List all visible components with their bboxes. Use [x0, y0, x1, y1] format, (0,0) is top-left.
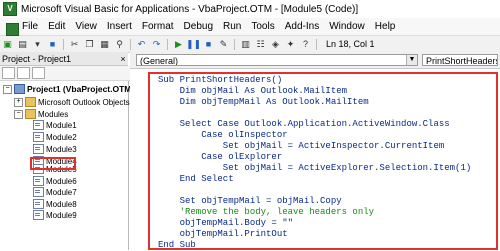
- project-explorer-header: Project - Project1 ×: [0, 52, 128, 66]
- cut-icon[interactable]: ✂: [68, 38, 81, 50]
- code-line[interactable]: End Sub: [158, 240, 196, 251]
- code-line[interactable]: objTempMail.Body = "": [158, 218, 293, 229]
- procedure-dropdown[interactable]: PrintShortHeaders: [422, 54, 498, 66]
- code-line[interactable]: Sub PrintShortHeaders(): [158, 75, 282, 86]
- code-line[interactable]: Set objMail = ActiveInspector.CurrentIte…: [158, 141, 444, 152]
- menu-view[interactable]: View: [70, 21, 102, 32]
- tree-node-module3[interactable]: Module3: [33, 143, 77, 155]
- tree-node-module9[interactable]: Module9: [33, 209, 77, 221]
- toolbar-separator: [167, 38, 168, 50]
- view-object-icon[interactable]: [17, 67, 30, 79]
- menu-tools[interactable]: Tools: [246, 21, 279, 32]
- design-mode-icon[interactable]: ✎: [217, 38, 230, 50]
- properties-icon[interactable]: ☷: [254, 38, 267, 50]
- module-icon: [33, 199, 44, 209]
- code-line[interactable]: Case olInspector: [158, 130, 287, 141]
- code-line[interactable]: Dim objMail As Outlook.MailItem: [158, 86, 347, 97]
- object-dropdown[interactable]: (General) ▼: [136, 54, 418, 66]
- code-line[interactable]: Dim objTempMail As Outlook.MailItem: [158, 97, 369, 108]
- collapse-icon[interactable]: −: [14, 109, 23, 119]
- save-icon[interactable]: ■: [46, 38, 59, 50]
- chevron-down-icon[interactable]: ▼: [406, 55, 417, 65]
- toolbar-separator: [63, 38, 64, 50]
- code-line[interactable]: Select Case Outlook.Application.ActiveWi…: [158, 119, 450, 130]
- object-browser-icon[interactable]: ◈: [269, 38, 282, 50]
- toolbar-separator: [316, 38, 317, 50]
- module-icon: [33, 210, 44, 220]
- tree-node-outlook-objects[interactable]: + Microsoft Outlook Objects: [14, 96, 130, 108]
- code-window-header: (General) ▼ PrintShortHeaders: [130, 52, 500, 69]
- module-icon: [33, 132, 44, 142]
- project-explorer-title: Project - Project1: [2, 53, 72, 64]
- toolbar-separator: [234, 38, 235, 50]
- module5-highlight-box: [30, 157, 76, 170]
- tree-node-module7[interactable]: Module7: [33, 186, 77, 198]
- menu-format[interactable]: Format: [137, 21, 179, 32]
- collapse-icon[interactable]: −: [3, 84, 12, 94]
- project-explorer-toolbar: [0, 66, 130, 81]
- menu-window[interactable]: Window: [324, 21, 370, 32]
- code-line[interactable]: objTempMail.PrintOut: [158, 229, 288, 240]
- menu-run[interactable]: Run: [218, 21, 246, 32]
- toolbar-separator: [130, 38, 131, 50]
- menu-edit[interactable]: Edit: [43, 21, 70, 32]
- folder-icon: [25, 109, 36, 119]
- close-icon[interactable]: ×: [118, 54, 128, 64]
- reset-icon[interactable]: ■: [202, 38, 215, 50]
- dropdown-icon[interactable]: ▾: [31, 38, 44, 50]
- standard-toolbar: ▣ ▤ ▾ ■ ✂ ❐ ▦ ⚲ ↶ ↷ ▶ ❚❚ ■ ✎ ▥ ☷ ◈ ✦ ? L…: [0, 36, 500, 53]
- code-line[interactable]: End Select: [158, 174, 234, 185]
- module-icon: [33, 144, 44, 154]
- module-icon: [33, 176, 44, 186]
- object-dropdown-value: (General): [140, 56, 179, 66]
- code-comment-line[interactable]: 'Remove the body, leave headers only: [158, 207, 374, 218]
- expand-icon[interactable]: +: [14, 97, 23, 107]
- vba-app-icon: V: [3, 2, 17, 16]
- title-bar: V Microsoft Visual Basic for Application…: [0, 0, 500, 19]
- toolbox-icon[interactable]: ✦: [284, 38, 297, 50]
- redo-icon[interactable]: ↷: [150, 38, 163, 50]
- project-icon: [14, 84, 25, 94]
- menu-help[interactable]: Help: [370, 21, 401, 32]
- code-line[interactable]: Set objMail = ActiveExplorer.Selection.I…: [158, 163, 471, 174]
- toggle-folders-icon[interactable]: [32, 67, 45, 79]
- view-code-icon[interactable]: [2, 67, 15, 79]
- code-line[interactable]: Case olExplorer: [158, 152, 282, 163]
- menu-debug[interactable]: Debug: [179, 21, 218, 32]
- project-explorer-icon[interactable]: ▥: [239, 38, 252, 50]
- menu-bar: File Edit View Insert Format Debug Run T…: [0, 18, 500, 36]
- code-line[interactable]: Set objTempMail = objMail.Copy: [158, 196, 342, 207]
- procedure-dropdown-value: PrintShortHeaders: [426, 56, 498, 66]
- undo-icon[interactable]: ↶: [135, 38, 148, 50]
- cursor-position: Ln 18, Col 1: [326, 39, 375, 49]
- folder-icon: [25, 97, 36, 107]
- view-host-app-icon[interactable]: ▣: [1, 38, 14, 50]
- paste-icon[interactable]: ▦: [98, 38, 111, 50]
- find-icon[interactable]: ⚲: [113, 38, 126, 50]
- module-icon: [33, 187, 44, 197]
- run-icon[interactable]: ▶: [172, 38, 185, 50]
- tree-node-project[interactable]: − Project1 (VbaProject.OTM): [3, 83, 134, 95]
- tree-node-module1[interactable]: Module1: [33, 119, 77, 131]
- menu-insert[interactable]: Insert: [102, 21, 137, 32]
- copy-icon[interactable]: ❐: [83, 38, 96, 50]
- menu-add-ins[interactable]: Add-Ins: [280, 21, 324, 32]
- break-icon[interactable]: ❚❚: [186, 38, 201, 50]
- help-icon[interactable]: ?: [299, 38, 312, 50]
- window-title: Microsoft Visual Basic for Applications …: [21, 3, 359, 15]
- menu-file[interactable]: File: [0, 21, 43, 36]
- module-icon: [33, 120, 44, 130]
- insert-module-icon[interactable]: ▤: [16, 38, 29, 50]
- tree-node-module2[interactable]: Module2: [33, 131, 77, 143]
